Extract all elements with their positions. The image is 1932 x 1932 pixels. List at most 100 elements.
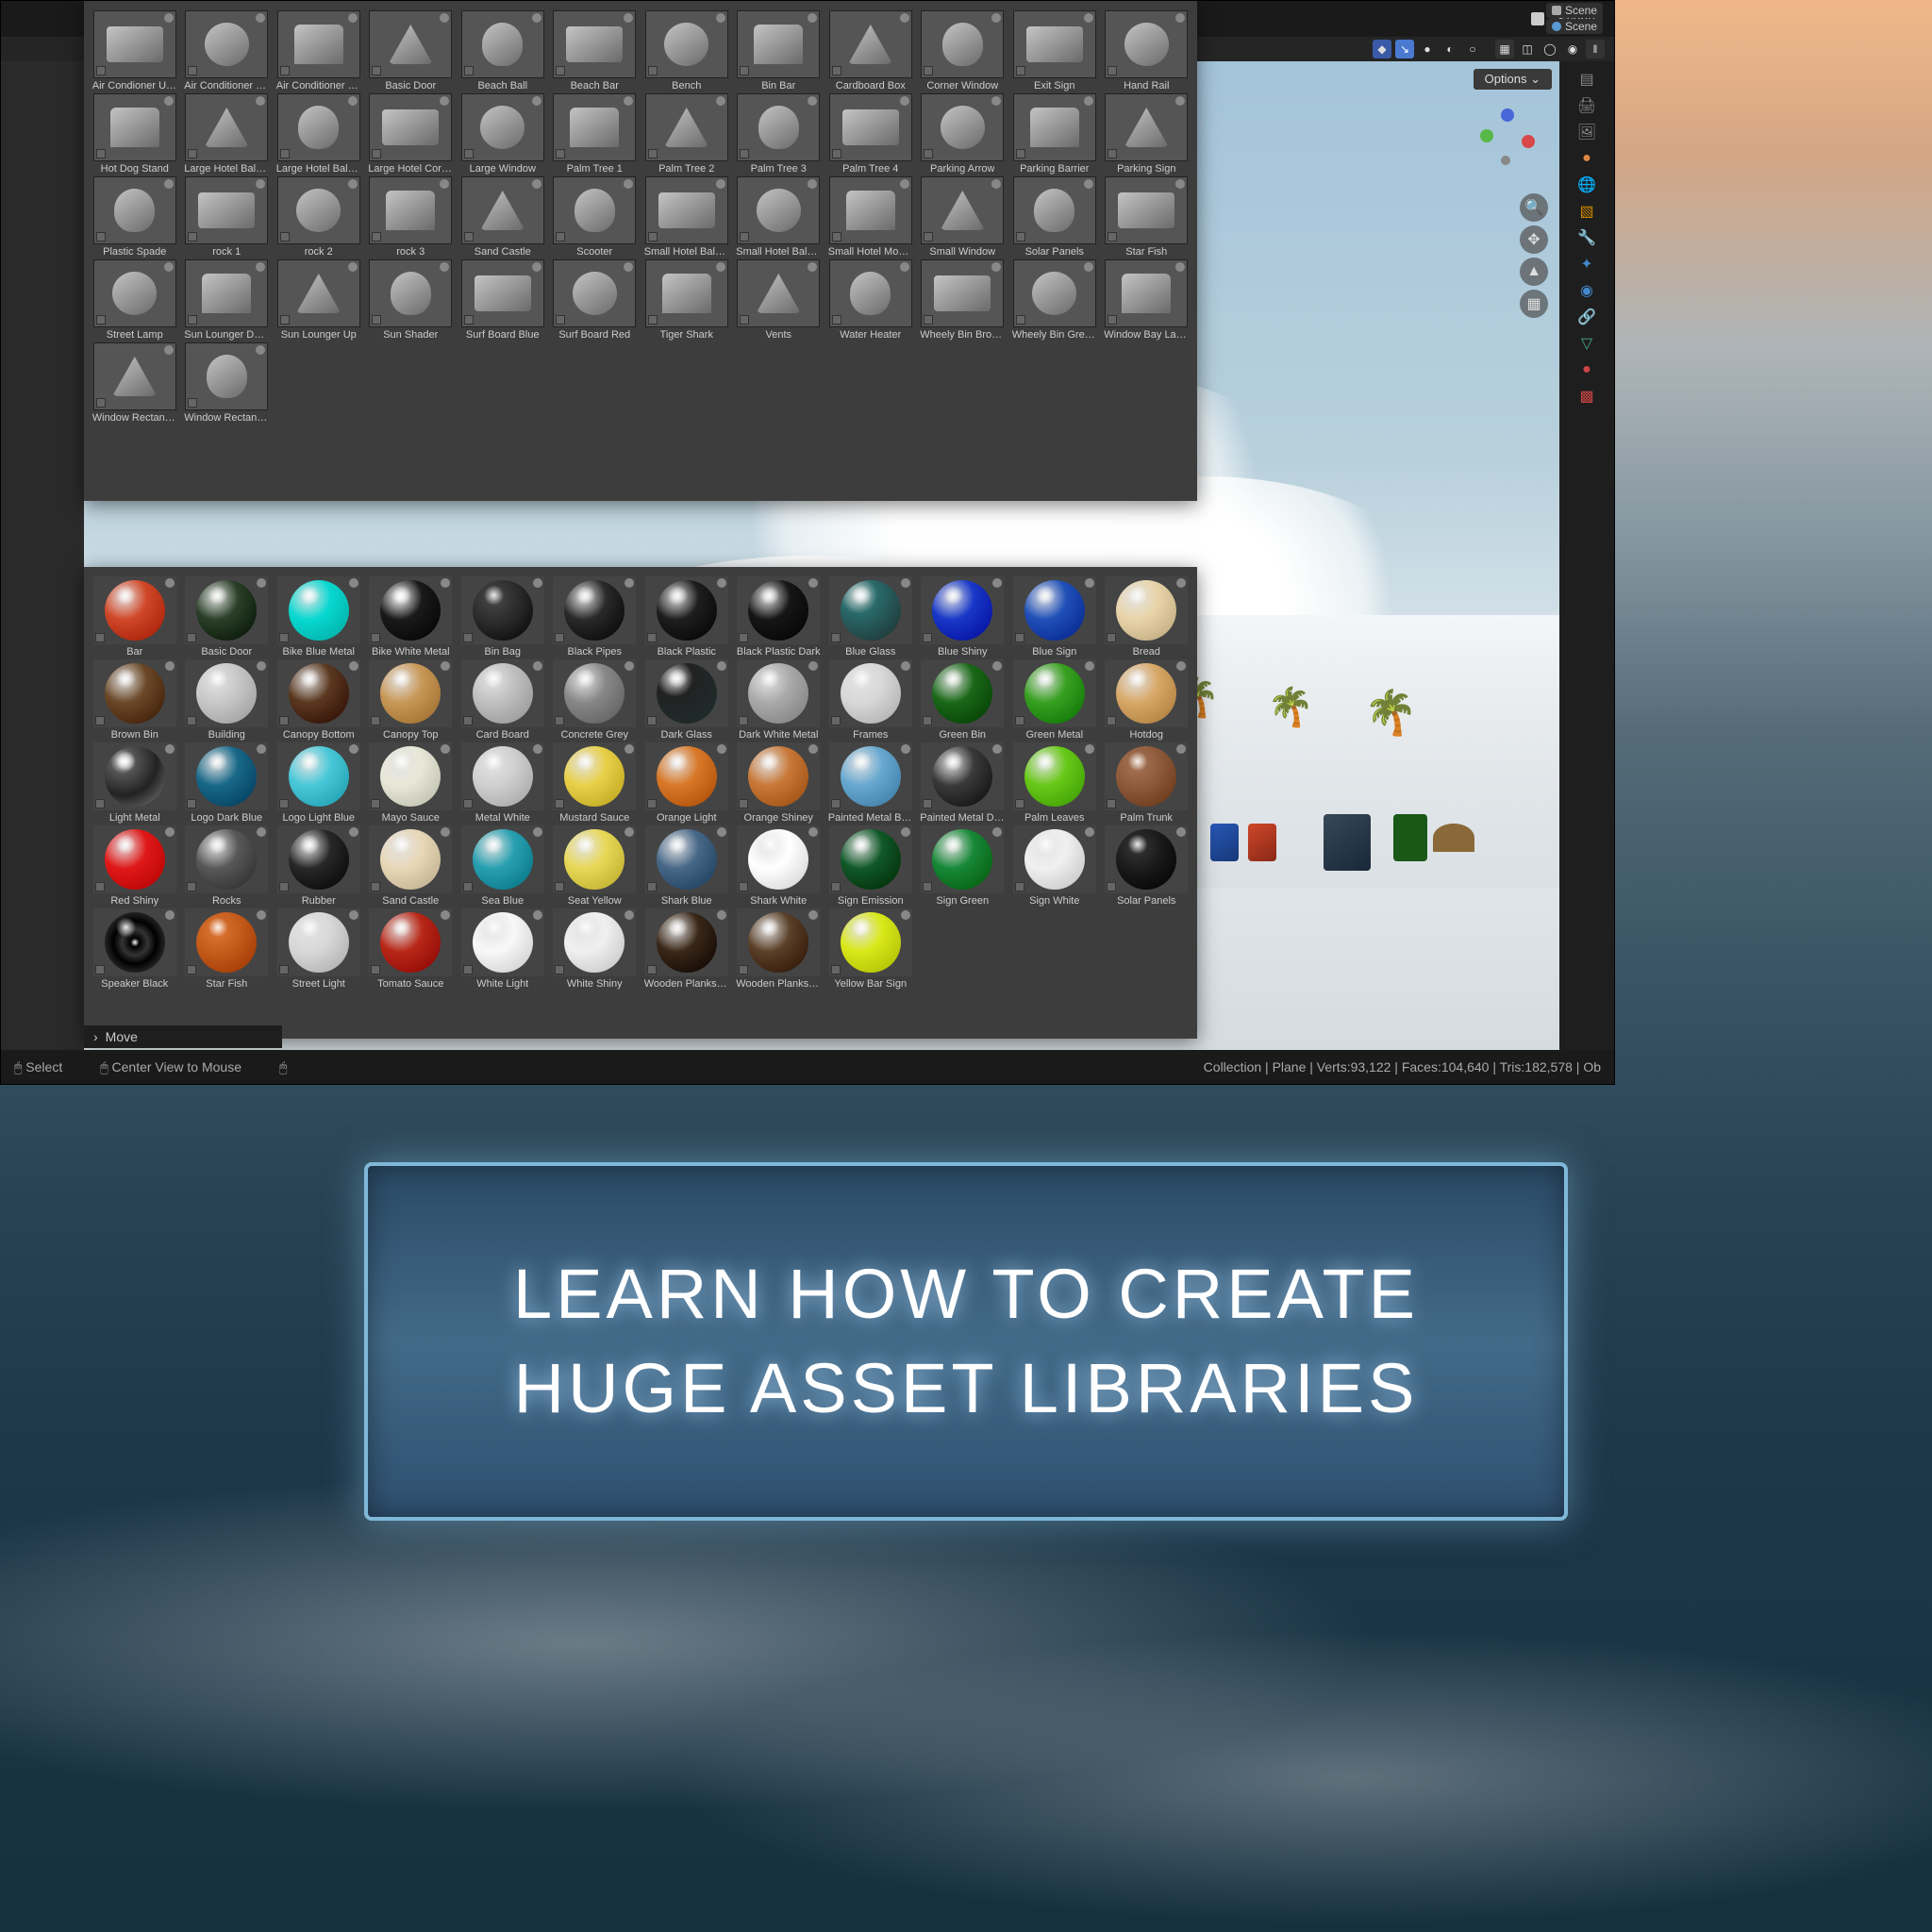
- asset-item[interactable]: Sand Castle: [458, 176, 548, 258]
- scene-chip-top[interactable]: Scene: [1546, 3, 1603, 18]
- asset-item[interactable]: Surf Board Blue: [458, 259, 548, 341]
- material-item[interactable]: Canopy Top: [366, 659, 457, 741]
- asset-item[interactable]: Large Hotel Balcon...: [182, 93, 273, 175]
- material-item[interactable]: Street Light: [274, 908, 364, 990]
- asset-item[interactable]: Sun Lounger Down: [182, 259, 273, 341]
- asset-item[interactable]: Hot Dog Stand: [90, 93, 180, 175]
- material-item[interactable]: Card Board: [458, 659, 548, 741]
- asset-item[interactable]: Star Fish: [1102, 176, 1192, 258]
- asset-item[interactable]: Parking Arrow: [918, 93, 1008, 175]
- asset-item[interactable]: Small Hotel Moder...: [825, 176, 916, 258]
- tab-world[interactable]: 🌐: [1576, 175, 1597, 195]
- material-item[interactable]: Light Metal: [90, 742, 180, 824]
- material-item[interactable]: Star Fish: [182, 908, 273, 990]
- material-item[interactable]: Green Bin: [918, 659, 1008, 741]
- material-item[interactable]: Solar Panels: [1102, 825, 1192, 907]
- material-item[interactable]: Logo Light Blue: [274, 742, 364, 824]
- material-item[interactable]: Logo Dark Blue: [182, 742, 273, 824]
- material-item[interactable]: Bin Bag: [458, 576, 548, 658]
- material-item[interactable]: Mayo Sauce: [366, 742, 457, 824]
- material-item[interactable]: Canopy Bottom: [274, 659, 364, 741]
- asset-item[interactable]: Large Hotel Balcon...: [274, 93, 364, 175]
- asset-item[interactable]: Hand Rail: [1102, 10, 1192, 92]
- material-item[interactable]: Frames: [825, 659, 916, 741]
- asset-item[interactable]: Air Conditioner Uni...: [274, 10, 364, 92]
- material-item[interactable]: Basic Door: [182, 576, 273, 658]
- tab-data[interactable]: ▽: [1576, 333, 1597, 354]
- tab-modifier[interactable]: 🔧: [1576, 227, 1597, 248]
- scene-chip-bottom[interactable]: Scene: [1546, 19, 1603, 34]
- material-item[interactable]: Sea Blue: [458, 825, 548, 907]
- asset-item[interactable]: Large Window: [458, 93, 548, 175]
- shading1[interactable]: ◯: [1541, 40, 1559, 58]
- dot2[interactable]: ◐: [1441, 40, 1459, 58]
- material-item[interactable]: Shark Blue: [641, 825, 732, 907]
- asset-item[interactable]: rock 2: [274, 176, 364, 258]
- asset-item[interactable]: Water Heater: [825, 259, 916, 341]
- options-dropdown[interactable]: Options ⌄: [1474, 69, 1552, 90]
- asset-item[interactable]: Air Condioner Unit ...: [90, 10, 180, 92]
- nav-gizmo[interactable]: [1474, 108, 1541, 175]
- material-item[interactable]: White Shiny: [550, 908, 641, 990]
- material-item[interactable]: Seat Yellow: [550, 825, 641, 907]
- material-item[interactable]: Bike White Metal: [366, 576, 457, 658]
- material-item[interactable]: Brown Bin: [90, 659, 180, 741]
- asset-item[interactable]: Parking Barrier: [1009, 93, 1100, 175]
- material-item[interactable]: White Light: [458, 908, 548, 990]
- asset-item[interactable]: Corner Window: [918, 10, 1008, 92]
- gizmo-z[interactable]: [1501, 108, 1514, 122]
- material-item[interactable]: Sign Green: [918, 825, 1008, 907]
- asset-item[interactable]: Sun Lounger Up: [274, 259, 364, 341]
- material-item[interactable]: Blue Shiny: [918, 576, 1008, 658]
- zoom-icon[interactable]: 🔍: [1520, 193, 1548, 222]
- layers-icon[interactable]: [1531, 12, 1544, 25]
- asset-item[interactable]: Palm Tree 4: [825, 93, 916, 175]
- tab-render[interactable]: ▤: [1576, 69, 1597, 90]
- persp-icon[interactable]: ▦: [1520, 290, 1548, 318]
- material-item[interactable]: Concrete Grey: [550, 659, 641, 741]
- asset-item[interactable]: Solar Panels: [1009, 176, 1100, 258]
- material-item[interactable]: Sand Castle: [366, 825, 457, 907]
- asset-item[interactable]: Sun Shader: [366, 259, 457, 341]
- tab-scene[interactable]: ●: [1576, 148, 1597, 169]
- material-item[interactable]: Bar: [90, 576, 180, 658]
- asset-item[interactable]: Palm Tree 3: [734, 93, 824, 175]
- asset-item[interactable]: Beach Bar: [550, 10, 641, 92]
- cursor-icon[interactable]: ↘: [1395, 40, 1414, 58]
- material-item[interactable]: Sign White: [1009, 825, 1100, 907]
- asset-item[interactable]: Bench: [641, 10, 732, 92]
- shading2[interactable]: ◉: [1563, 40, 1582, 58]
- gizmo-neg[interactable]: [1501, 156, 1510, 165]
- material-item[interactable]: Sign Emission: [825, 825, 916, 907]
- asset-item[interactable]: Wheely Bin Brown ...: [918, 259, 1008, 341]
- tab-constraint[interactable]: 🔗: [1576, 307, 1597, 327]
- asset-item[interactable]: Palm Tree 1: [550, 93, 641, 175]
- asset-item[interactable]: Exit Sign: [1009, 10, 1100, 92]
- material-item[interactable]: Wooden Planks Ra...: [641, 908, 732, 990]
- asset-item[interactable]: Scooter: [550, 176, 641, 258]
- tab-material[interactable]: ●: [1576, 359, 1597, 380]
- tab-physics[interactable]: ◉: [1576, 280, 1597, 301]
- material-item[interactable]: Wooden Planks Ra...: [734, 908, 824, 990]
- move-bar[interactable]: › Move: [84, 1025, 282, 1048]
- asset-item[interactable]: Small Window: [918, 176, 1008, 258]
- asset-item[interactable]: Cardboard Box: [825, 10, 916, 92]
- asset-item[interactable]: rock 1: [182, 176, 273, 258]
- asset-item[interactable]: Window Rectangle...: [90, 342, 180, 424]
- material-item[interactable]: Black Pipes: [550, 576, 641, 658]
- asset-item[interactable]: Wheely Bin Green ...: [1009, 259, 1100, 341]
- asset-item[interactable]: Window Rectangle...: [182, 342, 273, 424]
- gizmo-y[interactable]: [1480, 129, 1493, 142]
- asset-item[interactable]: Air Conditioner Uni...: [182, 10, 273, 92]
- asset-item[interactable]: Beach Ball: [458, 10, 548, 92]
- material-item[interactable]: Building: [182, 659, 273, 741]
- asset-item[interactable]: Tiger Shark: [641, 259, 732, 341]
- material-item[interactable]: Palm Trunk: [1102, 742, 1192, 824]
- material-item[interactable]: Speaker Black: [90, 908, 180, 990]
- material-item[interactable]: Green Metal: [1009, 659, 1100, 741]
- material-item[interactable]: Black Plastic: [641, 576, 732, 658]
- gizmo-x[interactable]: [1522, 135, 1535, 148]
- material-item[interactable]: Black Plastic Dark: [734, 576, 824, 658]
- dot1[interactable]: ●: [1418, 40, 1437, 58]
- tab-particles[interactable]: ✦: [1576, 254, 1597, 275]
